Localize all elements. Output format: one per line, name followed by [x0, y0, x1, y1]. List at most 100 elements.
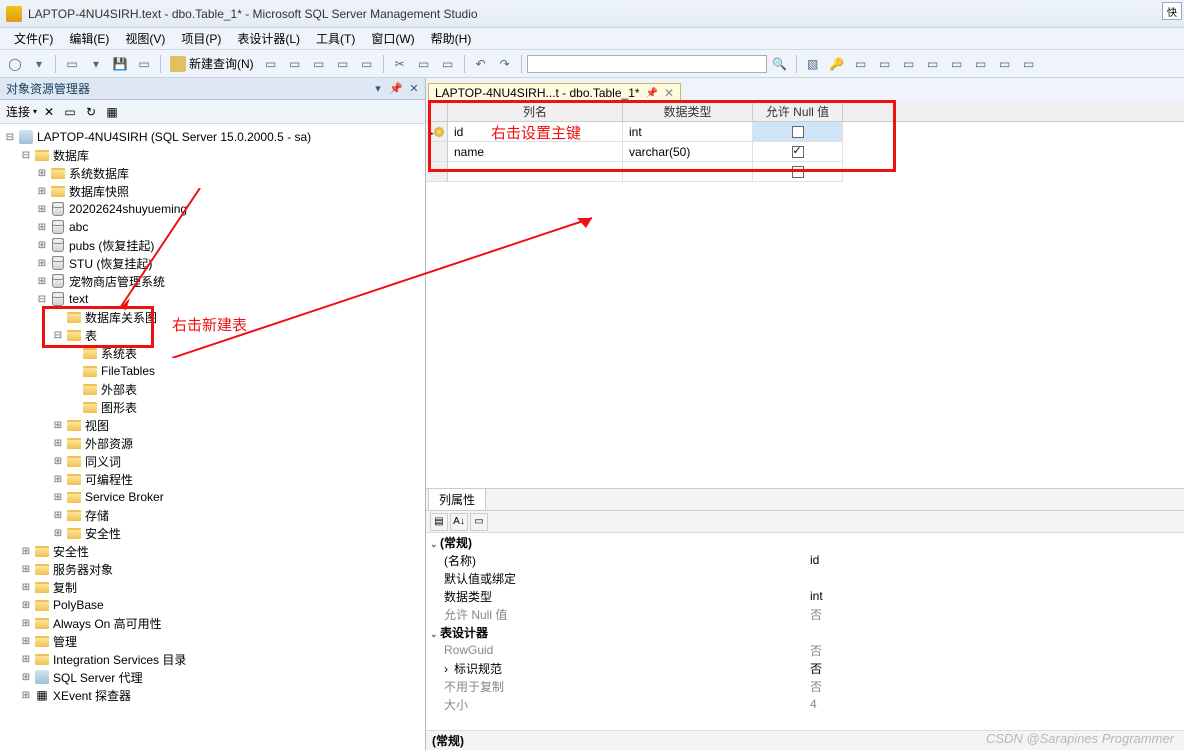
- db-node-text[interactable]: text: [69, 292, 88, 306]
- col-name-cell[interactable]: id: [448, 122, 623, 142]
- db-node-4[interactable]: STU (恢复挂起): [69, 255, 152, 272]
- replication-node[interactable]: 复制: [53, 579, 77, 596]
- quick-launch-hint[interactable]: 快: [1162, 2, 1182, 20]
- document-tab[interactable]: LAPTOP-4NU4SIRH...t - dbo.Table_1* 📌 ✕: [428, 83, 681, 102]
- refresh-icon[interactable]: ↻: [82, 103, 100, 121]
- indexes-icon[interactable]: ▭: [874, 53, 896, 75]
- props-tab[interactable]: 列属性: [428, 488, 486, 510]
- allow-null-checkbox[interactable]: [792, 166, 804, 178]
- db-node-3[interactable]: pubs (恢复挂起): [69, 237, 154, 254]
- mdx-icon[interactable]: ▭: [308, 53, 330, 75]
- menu-file[interactable]: 文件(F): [8, 28, 59, 49]
- security-node[interactable]: 安全性: [53, 543, 89, 560]
- alphabetical-icon[interactable]: A↓: [450, 513, 468, 531]
- dbsec-node[interactable]: 安全性: [85, 525, 121, 542]
- is-catalog-node[interactable]: Integration Services 目录: [53, 651, 186, 668]
- pin-icon[interactable]: 📌: [389, 82, 403, 96]
- save-all-icon[interactable]: ▭: [133, 53, 155, 75]
- key-tool-icon[interactable]: 🔑: [826, 53, 848, 75]
- extres-node[interactable]: 外部资源: [85, 435, 133, 452]
- prop-identity-label[interactable]: ›标识规范: [426, 660, 806, 677]
- db-node-1[interactable]: 20202624shuyueming: [69, 202, 187, 216]
- solution-combo[interactable]: [527, 55, 767, 73]
- col-name-cell[interactable]: name: [448, 142, 623, 162]
- server-node[interactable]: LAPTOP-4NU4SIRH (SQL Server 15.0.2000.5 …: [37, 130, 311, 144]
- polybase-node[interactable]: PolyBase: [53, 598, 104, 612]
- menu-tools[interactable]: 工具(T): [310, 28, 361, 49]
- column-row-empty[interactable]: [426, 162, 1184, 182]
- prop-name-value[interactable]: id: [806, 553, 1184, 567]
- menu-window[interactable]: 窗口(W): [365, 28, 420, 49]
- serverobj-node[interactable]: 服务器对象: [53, 561, 113, 578]
- prop-type-value[interactable]: int: [806, 589, 1184, 603]
- xml-idx-icon[interactable]: ▭: [946, 53, 968, 75]
- db-node-2[interactable]: abc: [69, 220, 88, 234]
- synonyms-node[interactable]: 同义词: [85, 453, 121, 470]
- close-tab-icon[interactable]: ✕: [664, 86, 674, 100]
- views-node[interactable]: 视图: [85, 417, 109, 434]
- prog-node[interactable]: 可编程性: [85, 471, 133, 488]
- disconnect-icon[interactable]: ✕: [40, 103, 58, 121]
- script-icon[interactable]: ▭: [994, 53, 1016, 75]
- attach-icon[interactable]: ▧: [802, 53, 824, 75]
- menu-help[interactable]: 帮助(H): [425, 28, 478, 49]
- header-null[interactable]: 允许 Null 值: [753, 102, 843, 121]
- alwayson-node[interactable]: Always On 高可用性: [53, 615, 162, 632]
- diagrams-node[interactable]: 数据库关系图: [85, 309, 157, 326]
- servicebroker-node[interactable]: Service Broker: [85, 490, 164, 504]
- object-tree[interactable]: ⊟LAPTOP-4NU4SIRH (SQL Server 15.0.2000.5…: [0, 124, 425, 750]
- column-row-id[interactable]: id int: [426, 122, 1184, 142]
- column-row-name[interactable]: name varchar(50): [426, 142, 1184, 162]
- new-query-button[interactable]: 新建查询(N): [166, 55, 258, 72]
- gen-script-icon[interactable]: ▭: [1018, 53, 1040, 75]
- exttables-node[interactable]: 外部表: [101, 381, 137, 398]
- systables-node[interactable]: 系统表: [101, 345, 137, 362]
- allow-null-checkbox[interactable]: [792, 146, 804, 158]
- props-page-icon[interactable]: ▭: [470, 513, 488, 531]
- header-name[interactable]: 列名: [448, 102, 623, 121]
- stop-icon[interactable]: ▭: [61, 103, 79, 121]
- filetables-node[interactable]: FileTables: [101, 364, 155, 378]
- agent-node[interactable]: SQL Server 代理: [53, 669, 143, 686]
- databases-node[interactable]: 数据库: [53, 147, 89, 164]
- new-project-icon[interactable]: ▭: [61, 53, 83, 75]
- nav-back-icon[interactable]: ◯: [4, 53, 26, 75]
- db-node-5[interactable]: 宠物商店管理系统: [69, 273, 165, 290]
- xmla-icon[interactable]: ▭: [356, 53, 378, 75]
- graphtables-node[interactable]: 图形表: [101, 399, 137, 416]
- management-node[interactable]: 管理: [53, 633, 77, 650]
- dmx-icon[interactable]: ▭: [332, 53, 354, 75]
- sysdb-node[interactable]: 系统数据库: [69, 165, 129, 182]
- menu-view[interactable]: 视图(V): [119, 28, 171, 49]
- nav-fwd-icon[interactable]: ▾: [28, 53, 50, 75]
- spatial-icon[interactable]: ▭: [970, 53, 992, 75]
- prop-identity-value[interactable]: 否: [806, 660, 1184, 677]
- cut-icon[interactable]: ✂: [389, 53, 411, 75]
- relations-icon[interactable]: ▭: [850, 53, 872, 75]
- menu-table-designer[interactable]: 表设计器(L): [231, 28, 306, 49]
- menu-project[interactable]: 项目(P): [175, 28, 227, 49]
- db-engine-icon[interactable]: ▭: [260, 53, 282, 75]
- props-grid[interactable]: ⌄(常规) (名称)id 默认值或绑定 数据类型int 允许 Null 值否 ⌄…: [426, 533, 1184, 730]
- xevent-node[interactable]: XEvent 探查器: [53, 687, 131, 704]
- tables-node[interactable]: 表: [85, 327, 97, 344]
- header-type[interactable]: 数据类型: [623, 102, 753, 121]
- filter-icon[interactable]: ▦: [103, 103, 121, 121]
- menu-edit[interactable]: 编辑(E): [63, 28, 115, 49]
- redo-icon[interactable]: ↷: [494, 53, 516, 75]
- pin-tab-icon[interactable]: 📌: [646, 88, 658, 99]
- col-type-cell[interactable]: int: [623, 122, 753, 142]
- analysis-icon[interactable]: ▭: [284, 53, 306, 75]
- fulltext-icon[interactable]: ▭: [922, 53, 944, 75]
- snapshot-node[interactable]: 数据库快照: [69, 183, 129, 200]
- copy-icon[interactable]: ▭: [413, 53, 435, 75]
- col-type-cell[interactable]: varchar(50): [623, 142, 753, 162]
- allow-null-checkbox[interactable]: [792, 126, 804, 138]
- close-panel-icon[interactable]: ✕: [407, 82, 421, 96]
- save-icon[interactable]: 💾: [109, 53, 131, 75]
- dropdown-icon[interactable]: ▾: [371, 82, 385, 96]
- storage-node[interactable]: 存储: [85, 507, 109, 524]
- find-icon[interactable]: 🔍: [769, 53, 791, 75]
- connect-label[interactable]: 连接: [6, 103, 30, 120]
- categorized-icon[interactable]: ▤: [430, 513, 448, 531]
